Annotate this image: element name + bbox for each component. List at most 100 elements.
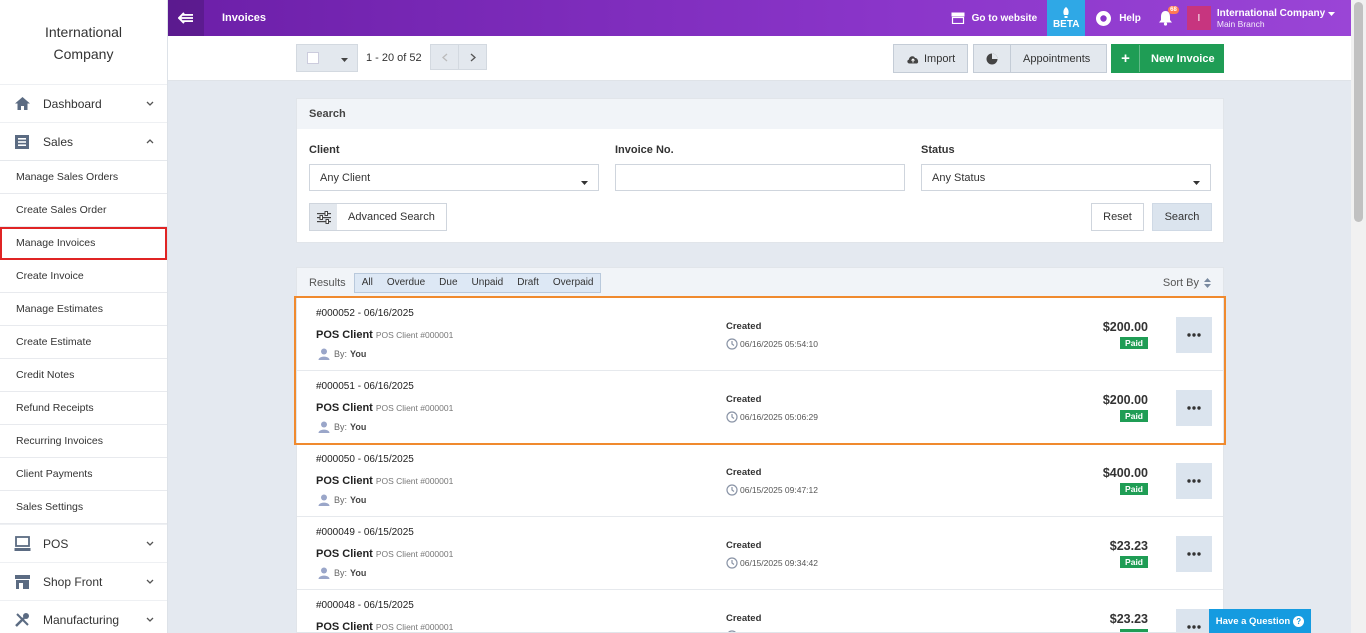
status-select[interactable]: Any Status [921, 164, 1211, 191]
tools-icon [12, 611, 32, 629]
scrollbar-thumb[interactable] [1354, 2, 1363, 222]
sidebar-item-manufacturing[interactable]: Manufacturing [0, 600, 167, 633]
invoice-amount: $400.00 [1102, 466, 1148, 480]
sidebar-item-manage-estimates[interactable]: Manage Estimates [0, 293, 167, 326]
page-title: Invoices [222, 12, 267, 24]
sidebar-item-pos[interactable]: POS [0, 524, 167, 562]
invoice-client: POS Client POS Client #000001 [316, 402, 454, 414]
row-actions-button[interactable] [1176, 536, 1212, 572]
sliders-icon [310, 204, 337, 230]
invoice-number-date[interactable]: #000052 - 06/16/2025 [316, 308, 414, 319]
invoice-client-sub: POS Client #000001 [375, 622, 454, 632]
company-name: International Company [1217, 8, 1335, 19]
invoice-created-by: By: You [318, 348, 366, 360]
filter-draft[interactable]: Draft [510, 274, 546, 292]
invoice-row[interactable]: #000048 - 06/15/2025 POS Client POS Clien… [297, 590, 1223, 632]
sidebar-item-client-payments[interactable]: Client Payments [0, 458, 167, 491]
invoice-created-by: By: You [318, 567, 366, 579]
import-button[interactable]: Import [893, 44, 968, 73]
clock-icon [726, 557, 738, 569]
row-actions-button[interactable] [1176, 609, 1212, 632]
invoice-amount: $23.23 [1109, 539, 1148, 553]
row-actions-button[interactable] [1176, 463, 1212, 499]
select-all-checkbox[interactable] [307, 52, 319, 64]
clock-icon [726, 484, 738, 496]
row-actions-button[interactable] [1176, 390, 1212, 426]
sidebar-item-manage-invoices[interactable]: Manage Invoices [0, 227, 167, 260]
new-invoice-button[interactable]: + New Invoice [1111, 44, 1224, 73]
sidebar-item-shop-front[interactable]: Shop Front [0, 562, 167, 600]
chevron-down-icon [145, 539, 155, 549]
invoice-row[interactable]: #000049 - 06/15/2025 POS Client POS Clien… [297, 517, 1223, 590]
advanced-search-button[interactable]: Advanced Search [309, 203, 447, 231]
sort-by-button[interactable]: Sort By [1163, 277, 1211, 289]
appointments-button[interactable]: Appointments [973, 44, 1107, 73]
sidebar-item-create-estimate[interactable]: Create Estimate [0, 326, 167, 359]
invoice-number-date[interactable]: #000048 - 06/15/2025 [316, 600, 414, 611]
status-badge: Paid [1120, 629, 1148, 632]
invoice-row[interactable]: #000050 - 06/15/2025 POS Client POS Clien… [297, 444, 1223, 517]
invoice-client-sub: POS Client #000001 [375, 549, 454, 559]
plus-icon: + [1112, 45, 1140, 72]
user-icon [318, 567, 330, 579]
clock-icon [726, 338, 738, 350]
sidebar-item-credit-notes[interactable]: Credit Notes [0, 359, 167, 392]
filter-unpaid[interactable]: Unpaid [465, 274, 511, 292]
sidebar-item-label: Dashboard [43, 96, 102, 111]
notifications-button[interactable]: 68 [1151, 0, 1181, 36]
beta-button[interactable]: BETA [1047, 0, 1086, 36]
invoice-row[interactable]: #000051 - 06/16/2025 POS Client POS Clien… [297, 371, 1223, 444]
caret-down-icon [1193, 176, 1200, 188]
sidebar-item-recurring-invoices[interactable]: Recurring Invoices [0, 425, 167, 458]
sidebar: International Company Dashboard Sales Man… [0, 0, 168, 633]
client-select[interactable]: Any Client [309, 164, 599, 191]
invoice-client-sub: POS Client #000001 [375, 330, 454, 340]
account-menu[interactable]: I International Company Main Branch [1181, 0, 1351, 36]
filter-overdue[interactable]: Overdue [380, 274, 432, 292]
bulk-select-dropdown[interactable] [296, 44, 358, 72]
next-page-button[interactable] [458, 44, 487, 70]
go-to-website-link[interactable]: Go to website [941, 0, 1048, 36]
sidebar-item-dashboard[interactable]: Dashboard [0, 84, 167, 122]
have-a-question-label: Have a Question [1215, 615, 1291, 627]
avatar: I [1186, 6, 1211, 30]
reset-button[interactable]: Reset [1091, 203, 1144, 231]
invoice-row[interactable]: #000052 - 06/16/2025 POS Client POS Clien… [297, 298, 1223, 371]
invoice-no-input[interactable] [615, 164, 905, 191]
invoice-number-date[interactable]: #000050 - 06/15/2025 [316, 454, 414, 465]
brand-logo[interactable]: International Company [0, 0, 167, 84]
sidebar-item-label: Sales [43, 134, 74, 149]
cloud-upload-icon [906, 54, 920, 64]
pie-chart-icon [974, 45, 1011, 72]
sidebar-item-create-invoice[interactable]: Create Invoice [0, 260, 167, 293]
row-actions-button[interactable] [1176, 317, 1212, 353]
invoice-status: Created [726, 394, 762, 405]
notification-count-badge: 68 [1168, 6, 1179, 14]
help-link[interactable]: Help [1085, 0, 1151, 36]
rocket-icon [1063, 6, 1069, 18]
clock-icon [726, 411, 738, 423]
sidebar-item-sales[interactable]: Sales [0, 122, 167, 160]
sidebar-item-sales-settings[interactable]: Sales Settings [0, 491, 167, 524]
collapse-sidebar-button[interactable] [168, 0, 204, 36]
status-badge: Paid [1120, 337, 1148, 349]
more-dots-icon [1187, 333, 1201, 337]
have-a-question-button[interactable]: Have a Question ? [1209, 609, 1311, 633]
invoice-timestamp: 06/16/2025 05:06:29 [726, 411, 818, 423]
search-panel-heading: Search [297, 99, 1223, 129]
filter-due[interactable]: Due [432, 274, 464, 292]
search-button[interactable]: Search [1152, 203, 1212, 231]
sidebar-item-label: Manufacturing [43, 612, 120, 627]
chevron-left-icon [441, 53, 447, 61]
sidebar-item-create-sales-order[interactable]: Create Sales Order [0, 194, 167, 227]
filter-overpaid[interactable]: Overpaid [546, 274, 601, 292]
invoice-number-date[interactable]: #000049 - 06/15/2025 [316, 527, 414, 538]
invoice-number-date[interactable]: #000051 - 06/16/2025 [316, 381, 414, 392]
sidebar-item-refund-receipts[interactable]: Refund Receipts [0, 392, 167, 425]
filter-all[interactable]: All [355, 274, 380, 292]
page-scrollbar[interactable] [1351, 0, 1366, 633]
sidebar-item-manage-sales-orders[interactable]: Manage Sales Orders [0, 161, 167, 194]
previous-page-button[interactable] [430, 44, 459, 70]
chevron-down-icon [145, 615, 155, 625]
invoice-created-by: By: You [318, 421, 366, 433]
